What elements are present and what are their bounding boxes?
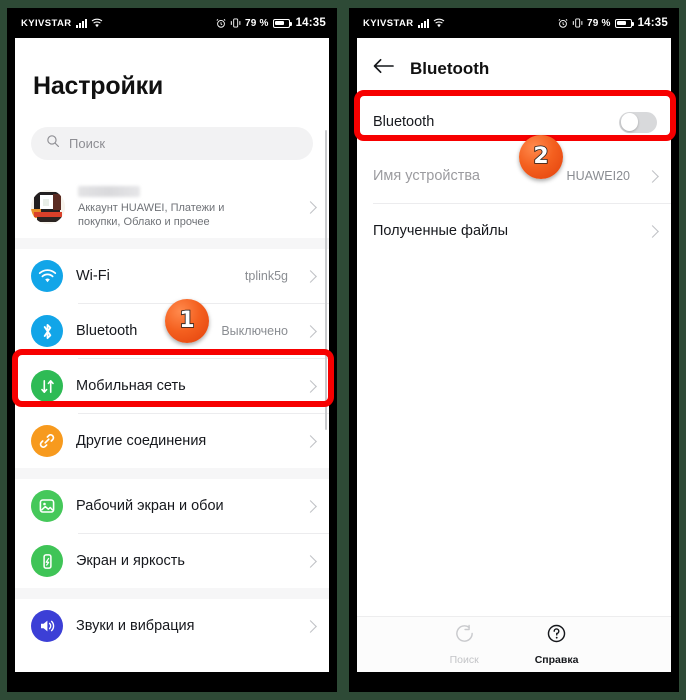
chevron-right-icon xyxy=(304,200,317,214)
account-row[interactable]: Аккаунт HUAWEI, Платежи и покупки, Облак… xyxy=(15,176,329,238)
vibrate-icon xyxy=(230,18,241,28)
chevron-right-icon xyxy=(304,499,317,513)
bluetooth-toggle-group: Bluetooth xyxy=(357,95,671,149)
bottom-bar-search[interactable]: Поиск xyxy=(450,623,479,666)
bottom-bar: Поиск Справка xyxy=(357,616,671,672)
search-placeholder: Поиск xyxy=(69,136,106,151)
received-files-label: Полученные файлы xyxy=(373,223,509,239)
display-group: Рабочий экран и обои Экран и яркость xyxy=(15,479,329,588)
app-bar: Bluetooth xyxy=(357,38,671,95)
chevron-right-icon xyxy=(304,379,317,393)
group-divider xyxy=(15,468,329,479)
device-name-value: HUAWEI20 xyxy=(566,169,630,183)
sound-group: Звуки и вибрация xyxy=(15,599,329,653)
status-bar: KYIVSTAR 79 % 14:35 xyxy=(357,8,671,38)
alarm-icon xyxy=(558,18,568,28)
sidebar-item-label: Экран и яркость xyxy=(76,553,185,569)
avatar xyxy=(31,190,65,224)
clock-label: 14:35 xyxy=(295,17,326,29)
bluetooth-toggle[interactable] xyxy=(619,111,657,133)
bluetooth-body: Bluetooth Bluetooth Имя устройства HUAWE… xyxy=(357,38,671,672)
carrier-label: KYIVSTAR xyxy=(363,17,414,29)
vertical-scrollbar[interactable] xyxy=(324,130,327,430)
wallpaper-icon xyxy=(31,490,63,522)
phone-right: KYIVSTAR 79 % 14:35 Bluetooth Bluetooth … xyxy=(349,8,679,692)
bluetooth-screen: KYIVSTAR 79 % 14:35 Bluetooth Bluetooth … xyxy=(357,8,671,672)
device-name-row[interactable]: Имя устройства HUAWEI20 xyxy=(357,149,671,203)
step-badge-1: 1 xyxy=(165,299,209,343)
settings-scroll-area[interactable]: Настройки Поиск Аккаунт HUAWEI, Платежи … xyxy=(15,38,329,672)
page-title: Bluetooth xyxy=(410,58,490,78)
sidebar-item-sounds-vibration[interactable]: Звуки и вибрация xyxy=(15,599,329,653)
search-container: Поиск xyxy=(15,101,329,160)
account-subtitle-line1: Аккаунт HUAWEI, Платежи и xyxy=(78,201,225,214)
step-badge-2-number: 2 xyxy=(533,144,550,169)
scan-refresh-icon xyxy=(454,623,475,649)
search-input[interactable]: Поиск xyxy=(31,127,313,160)
account-group: Аккаунт HUAWEI, Платежи и покупки, Облак… xyxy=(15,176,329,238)
wifi-icon xyxy=(433,18,445,28)
search-icon xyxy=(46,134,60,153)
chevron-right-icon xyxy=(646,169,659,183)
received-files-row[interactable]: Полученные файлы xyxy=(357,204,671,258)
clock-label: 14:35 xyxy=(637,17,668,29)
battery-percent-label: 79 % xyxy=(586,17,611,29)
sidebar-item-label: Другие соединения xyxy=(76,433,207,449)
help-circle-icon xyxy=(546,623,567,649)
sidebar-item-label: Wi-Fi xyxy=(76,268,110,284)
settings-screen: KYIVSTAR 79 % 14:35 Настройки Поиск Акка… xyxy=(15,8,329,672)
wifi-icon xyxy=(91,18,103,28)
chevron-right-icon xyxy=(304,269,317,283)
bottom-bar-label: Справка xyxy=(534,654,579,666)
wifi-value: tplink5g xyxy=(244,269,288,283)
bottom-bar-help[interactable]: Справка xyxy=(534,623,579,666)
step-badge-1-number: 1 xyxy=(179,308,196,333)
screenshot-root: KYIVSTAR 79 % 14:35 Настройки Поиск Акка… xyxy=(0,0,686,700)
battery-icon xyxy=(272,18,292,28)
account-subtitle-line2: покупки, Облако и прочее xyxy=(78,215,210,228)
sidebar-item-wifi[interactable]: Wi-Fi tplink5g xyxy=(15,249,329,303)
bottom-bar-label: Поиск xyxy=(449,654,479,666)
bluetooth-toggle-label: Bluetooth xyxy=(373,114,435,130)
mobile-network-icon xyxy=(31,370,63,402)
sidebar-item-display-brightness[interactable]: Экран и яркость xyxy=(15,534,329,588)
chevron-right-icon xyxy=(304,434,317,448)
link-icon xyxy=(31,425,63,457)
group-divider xyxy=(15,238,329,249)
battery-icon xyxy=(614,18,634,28)
signal-bars-icon xyxy=(417,18,429,28)
bluetooth-icon xyxy=(31,315,63,347)
chevron-right-icon xyxy=(304,619,317,633)
back-arrow-icon[interactable] xyxy=(373,58,394,79)
battery-percent-label: 79 % xyxy=(244,17,269,29)
sound-icon xyxy=(31,610,63,642)
wifi-icon xyxy=(31,260,63,292)
sidebar-item-label: Мобильная сеть xyxy=(76,378,186,394)
sidebar-item-home-screen-wallpaper[interactable]: Рабочий экран и обои xyxy=(15,479,329,533)
group-divider xyxy=(15,588,329,599)
chevron-right-icon xyxy=(646,224,659,238)
alarm-icon xyxy=(216,18,226,28)
sidebar-item-label: Звуки и вибрация xyxy=(76,618,195,634)
account-subtitle: Аккаунт HUAWEI, Платежи и покупки, Облак… xyxy=(78,201,291,229)
sidebar-item-other-connections[interactable]: Другие соединения xyxy=(15,414,329,468)
display-icon xyxy=(31,545,63,577)
status-bar: KYIVSTAR 79 % 14:35 xyxy=(15,8,329,38)
bluetooth-value: Выключено xyxy=(221,324,288,338)
chevron-right-icon xyxy=(304,324,317,338)
sidebar-item-label: Рабочий экран и обои xyxy=(76,498,224,514)
phone-left: KYIVSTAR 79 % 14:35 Настройки Поиск Акка… xyxy=(7,8,337,692)
step-badge-2: 2 xyxy=(519,135,563,179)
account-texts: Аккаунт HUAWEI, Платежи и покупки, Облак… xyxy=(78,185,291,229)
connectivity-group: Wi-Fi tplink5g Bluetooth Выключено Мобил… xyxy=(15,249,329,468)
bluetooth-options-group: Имя устройства HUAWEI20 Полученные файлы xyxy=(357,149,671,258)
page-title: Настройки xyxy=(33,72,164,100)
carrier-label: KYIVSTAR xyxy=(21,17,72,29)
vibrate-icon xyxy=(572,18,583,28)
chevron-right-icon xyxy=(304,554,317,568)
account-name-redacted xyxy=(78,185,140,197)
bluetooth-toggle-row[interactable]: Bluetooth xyxy=(357,95,671,149)
signal-bars-icon xyxy=(75,18,87,28)
sidebar-item-mobile-network[interactable]: Мобильная сеть xyxy=(15,359,329,413)
